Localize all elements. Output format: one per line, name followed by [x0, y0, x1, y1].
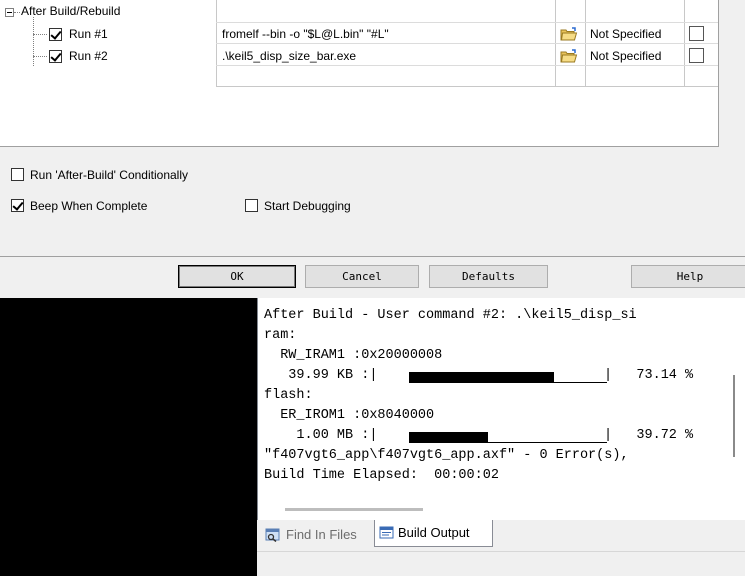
- defaults-button[interactable]: Defaults: [429, 265, 548, 288]
- status-bar: [257, 551, 745, 576]
- beep-when-complete-checkbox[interactable]: [11, 199, 24, 213]
- output-line: 39.99 KB :|: [264, 368, 378, 383]
- run-after-build-conditionally-option[interactable]: Run 'After-Build' Conditionally: [11, 168, 188, 182]
- tab-build-output[interactable]: Build Output: [374, 520, 493, 547]
- output-line: RW_IRAM1 :0x20000008: [264, 348, 443, 363]
- run-2-checkbox[interactable]: [49, 50, 62, 63]
- collapse-icon[interactable]: [5, 8, 14, 17]
- dialog-separator: [0, 256, 745, 257]
- build-output-pane[interactable]: After Build - User command #2: .\keil5_d…: [257, 298, 745, 520]
- output-line: "f407vgt6_app\f407vgt6_app.axf" - 0 Erro…: [264, 448, 629, 463]
- background-panel: [0, 298, 257, 576]
- find-in-files-icon: [265, 528, 280, 542]
- flash-usage-bar: [409, 432, 488, 442]
- ok-button[interactable]: OK: [178, 265, 296, 288]
- run-1-dos16-checkbox[interactable]: [689, 26, 704, 41]
- tab-build-output-label: Build Output: [398, 525, 470, 540]
- output-line: After Build - User command #2: .\keil5_d…: [264, 308, 637, 323]
- run-conditionally-label: Run 'After-Build' Conditionally: [30, 168, 188, 182]
- start-debugging-label: Start Debugging: [264, 199, 351, 213]
- run-1-dos16: Not Specified: [590, 27, 662, 41]
- run-2-dos16: Not Specified: [590, 49, 662, 63]
- output-line: ER_IROM1 :0x8040000: [264, 408, 435, 423]
- ram-usage-track: [409, 382, 607, 383]
- flash-percent: | 39.72 %: [604, 428, 694, 443]
- output-line: 1.00 MB :|: [264, 428, 378, 443]
- ram-usage-bar: [409, 372, 554, 382]
- user-commands-grid: After Build/Rebuild Run #1 fromelf --bin…: [0, 0, 719, 147]
- run-1-label: Run #1: [69, 27, 108, 41]
- run-1-command[interactable]: fromelf --bin -o "$L@L.bin" "#L": [222, 27, 389, 41]
- run-2-dos16-checkbox[interactable]: [689, 48, 704, 63]
- tab-find-in-files[interactable]: Find In Files: [265, 522, 377, 548]
- run-1-checkbox[interactable]: [49, 28, 62, 41]
- flash-usage-track: [409, 442, 607, 443]
- group-label-after-build[interactable]: After Build/Rebuild: [21, 4, 120, 18]
- output-line: flash:: [264, 388, 313, 403]
- run-conditionally-checkbox[interactable]: [11, 168, 24, 182]
- run-2-command[interactable]: .\keil5_disp_size_bar.exe: [222, 49, 356, 63]
- cancel-button[interactable]: Cancel: [305, 265, 419, 288]
- browse-folder-icon[interactable]: [560, 49, 578, 63]
- help-button[interactable]: Help: [631, 265, 745, 288]
- run-2-label: Run #2: [69, 49, 108, 63]
- output-line: Build Time Elapsed: 00:00:02: [264, 468, 499, 483]
- start-debugging-checkbox[interactable]: [245, 199, 258, 213]
- browse-folder-icon[interactable]: [560, 27, 578, 41]
- start-debugging-option[interactable]: Start Debugging: [245, 199, 351, 213]
- output-line: ram:: [264, 328, 297, 343]
- horizontal-scrollbar[interactable]: [285, 508, 423, 511]
- user-options-dialog: After Build/Rebuild Run #1 fromelf --bin…: [0, 0, 745, 298]
- beep-when-complete-option[interactable]: Beep When Complete: [11, 199, 147, 213]
- vertical-scrollbar[interactable]: [733, 375, 735, 457]
- tab-find-in-files-label: Find In Files: [286, 527, 357, 542]
- build-output-icon: [379, 526, 394, 539]
- beep-when-complete-label: Beep When Complete: [30, 199, 148, 213]
- ram-percent: | 73.14 %: [604, 368, 694, 383]
